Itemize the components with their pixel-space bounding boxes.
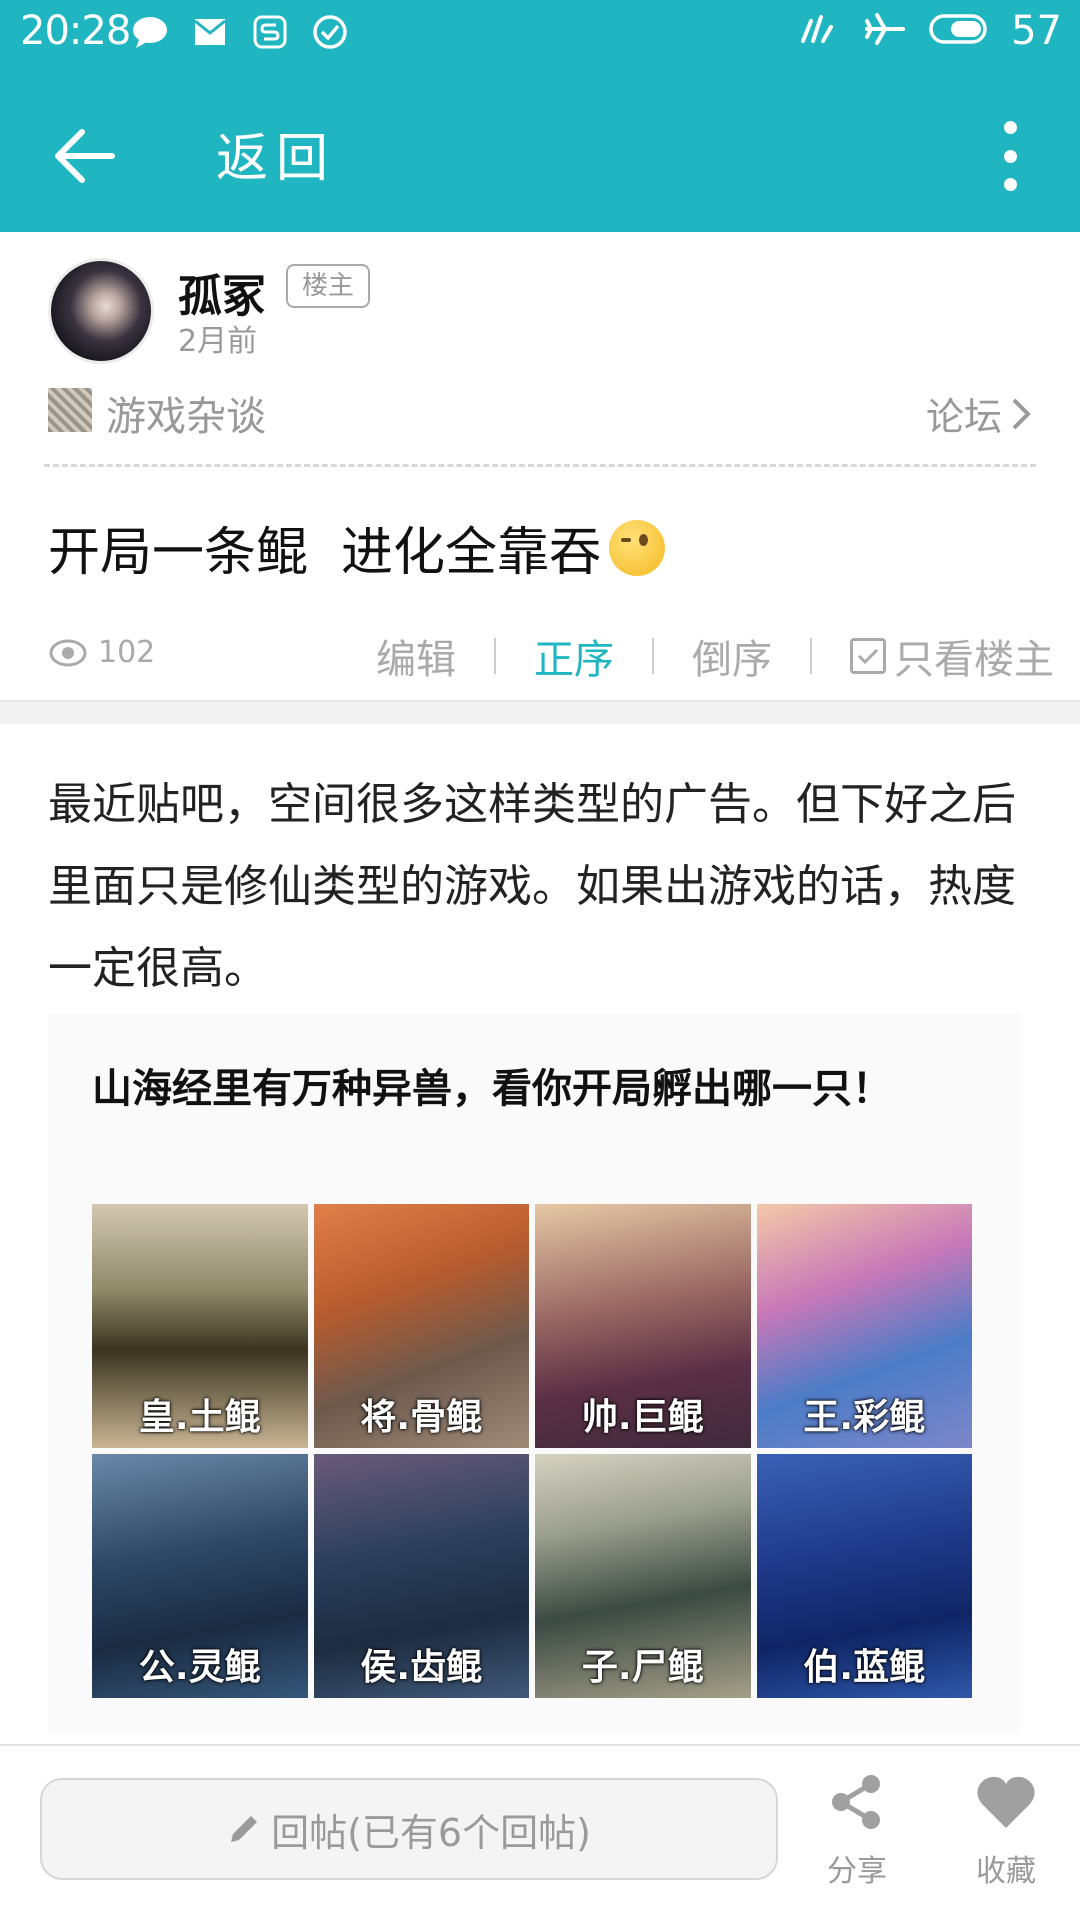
app-bar: 返回 <box>0 66 1080 232</box>
creature-tile: 帅.巨鲲 <box>535 1204 751 1448</box>
section-gap <box>0 700 1080 724</box>
owner-badge: 楼主 <box>286 264 371 308</box>
tile-label: 皇.土鲲 <box>138 1397 261 1438</box>
share-icon <box>832 1775 880 1829</box>
creature-tile: 皇.土鲲 <box>92 1204 308 1448</box>
sort-actions: 编辑 正序 倒序 只看楼主 <box>376 627 1054 685</box>
tile-label: 伯.蓝鲲 <box>803 1647 926 1688</box>
more-dot-icon <box>1003 121 1017 134</box>
view-count: 102 <box>48 635 155 670</box>
forum-name[interactable]: 游戏杂谈 <box>106 384 266 442</box>
back-button[interactable] <box>44 116 124 196</box>
battery-icon <box>929 13 989 49</box>
checkbox-icon <box>850 638 886 674</box>
more-options-button[interactable] <box>990 121 1030 191</box>
sort-asc-button[interactable]: 正序 <box>534 627 614 685</box>
heart-icon <box>977 1776 1035 1828</box>
forum-row[interactable]: 游戏杂谈 论坛 <box>48 382 1032 442</box>
reply-input[interactable]: 回帖(已有6个回帖) <box>40 1778 778 1880</box>
share-button[interactable]: 分享 <box>812 1772 902 1912</box>
creature-tile: 伯.蓝鲲 <box>756 1454 972 1698</box>
only-owner-toggle[interactable]: 只看楼主 <box>850 627 1054 685</box>
airplane-icon <box>863 11 907 51</box>
separator <box>494 638 496 674</box>
eye-icon <box>49 639 87 666</box>
post-header: 孤冢 楼主 2月前 游戏杂谈 论坛 开局一条鲲 进化全靠吞 102 编辑 正序 … <box>0 232 1080 702</box>
wink-emoji-icon <box>609 519 666 576</box>
reply-placeholder: 回帖(已有6个回帖) <box>271 1810 591 1855</box>
creature-grid: 皇.土鲲 将.骨鲲 帅.巨鲲 王.彩鲲 公.灵鲲 侯.齿鲲 子.尸鲲 伯.蓝鲲 <box>92 1204 972 1698</box>
author-name[interactable]: 孤冢 <box>178 260 266 324</box>
chevron-right-icon <box>1012 398 1031 429</box>
system-icons: 57 <box>797 8 1062 54</box>
divider <box>44 464 1036 467</box>
creature-tile: 王.彩鲲 <box>756 1204 972 1448</box>
bottom-bar: 回帖(已有6个回帖) 分享 收藏 <box>0 1744 1080 1920</box>
status-bar: 20:28 57 <box>0 0 1080 66</box>
tile-label: 帅.巨鲲 <box>581 1397 704 1438</box>
only-owner-label: 只看楼主 <box>894 637 1054 683</box>
post-image[interactable]: 山海经里有万种异兽，看你开局孵出哪一只！ 皇.土鲲 将.骨鲲 帅.巨鲲 王.彩鲲… <box>48 1014 1020 1734</box>
favorite-label: 收藏 <box>976 1854 1036 1889</box>
view-count-value: 102 <box>98 635 156 670</box>
notification-icons <box>130 12 350 52</box>
creature-tile: 公.灵鲲 <box>92 1454 308 1698</box>
post-title-text: 开局一条鲲 进化全靠吞 <box>48 523 602 583</box>
post-content: 最近贴吧，空间很多这样类型的广告。但下好之后里面只是修仙类型的游戏。如果出游戏的… <box>0 724 1080 1744</box>
separator <box>810 638 812 674</box>
battery-level: 57 <box>1011 8 1062 54</box>
mail-icon <box>190 12 230 52</box>
image-caption: 山海经里有万种异兽，看你开局孵出哪一只！ <box>92 1066 892 1112</box>
top-bar: 20:28 57 返回 <box>0 0 1080 232</box>
check-circle-icon <box>310 12 350 52</box>
more-dot-icon <box>1003 178 1017 191</box>
post-meta-row: 102 编辑 正序 倒序 只看楼主 <box>48 627 1054 687</box>
status-time: 20:28 <box>20 8 131 54</box>
favorite-button[interactable]: 收藏 <box>956 1772 1056 1912</box>
chat-bubble-icon <box>130 12 170 52</box>
s-app-icon <box>250 12 290 52</box>
tile-label: 侯.齿鲲 <box>360 1647 483 1688</box>
post-time: 2月前 <box>178 324 258 359</box>
edit-button[interactable]: 编辑 <box>376 627 456 685</box>
creature-tile: 侯.齿鲲 <box>313 1454 529 1698</box>
tile-label: 子.尸鲲 <box>581 1647 704 1688</box>
post-body: 最近贴吧，空间很多这样类型的广告。但下好之后里面只是修仙类型的游戏。如果出游戏的… <box>48 779 1016 994</box>
author-avatar[interactable] <box>48 258 154 364</box>
post-title: 开局一条鲲 进化全靠吞 <box>48 510 666 585</box>
separator <box>652 638 654 674</box>
back-label[interactable]: 返回 <box>216 116 336 191</box>
sort-desc-button[interactable]: 倒序 <box>692 627 772 685</box>
creature-tile: 子.尸鲲 <box>535 1454 751 1698</box>
more-dot-icon <box>1003 149 1017 163</box>
tile-label: 王.彩鲲 <box>803 1397 926 1438</box>
share-label: 分享 <box>827 1854 887 1889</box>
forum-thumbnail <box>48 388 92 432</box>
tile-label: 公.灵鲲 <box>138 1647 261 1688</box>
pencil-icon <box>231 1816 258 1842</box>
creature-tile: 将.骨鲲 <box>313 1204 529 1448</box>
signal-icon <box>797 11 841 51</box>
forum-link[interactable]: 论坛 <box>926 386 1032 441</box>
forum-link-label: 论坛 <box>925 395 1002 439</box>
tile-label: 将.骨鲲 <box>360 1397 483 1438</box>
arrow-left-icon <box>55 129 115 183</box>
